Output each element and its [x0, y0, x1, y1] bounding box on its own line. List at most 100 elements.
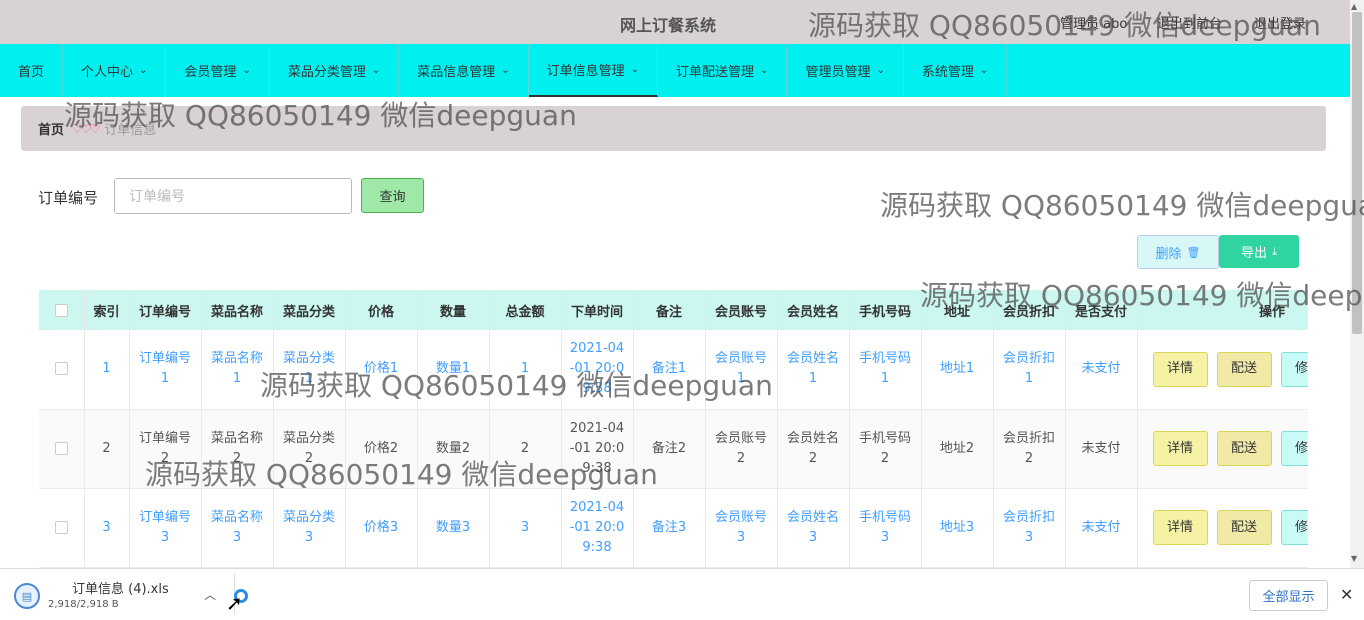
column-header: 价格 — [345, 290, 418, 330]
query-button[interactable]: 查询 — [361, 178, 424, 213]
table-cell: 会员账号2 — [705, 409, 778, 489]
row-checkbox[interactable] — [54, 441, 68, 455]
detail-button[interactable]: 详情 — [1152, 510, 1208, 545]
trash-icon: 🗑 — [1186, 245, 1201, 259]
nav-item-1[interactable]: 个人中心 ⌄ — [63, 44, 167, 97]
chevron-down-icon: ⌄ — [876, 65, 885, 76]
mouse-cursor-icon: ➚ — [226, 591, 243, 615]
nav-item-2[interactable]: 会员管理 ⌄ — [166, 44, 270, 97]
order-table-container: 索引 订单编号 菜品名称 菜品分类 价格 数量 总金额 下单时间 备注 会员账号 会员姓名 手机号码地… — [39, 290, 1308, 568]
download-file-name[interactable]: 订单信息 (4).xls — [72, 578, 169, 597]
nav-item-label: 订单信息管理 — [546, 64, 625, 79]
row-actions-cell: 详情配送修改 — [1137, 330, 1308, 410]
deliver-button[interactable]: 配送 — [1216, 431, 1272, 466]
table-cell[interactable]: 会员账号3 — [705, 488, 778, 568]
nav-item-8[interactable]: 系统管理 ⌄ — [904, 44, 1008, 97]
row-actions-cell: 详情配送修改 — [1137, 409, 1308, 489]
table-cell[interactable]: 菜品分类3 — [273, 488, 346, 568]
chevron-down-icon: ⌄ — [242, 65, 251, 76]
table-cell[interactable]: 会员折扣1 — [993, 330, 1066, 410]
deliver-button[interactable]: 配送 — [1216, 351, 1272, 387]
table-cell[interactable]: 会员折扣3 — [993, 488, 1066, 568]
scroll-down-icon[interactable]: ▼ — [1351, 554, 1357, 563]
table-cell[interactable]: 3 — [489, 488, 562, 568]
row-select-cell — [39, 409, 85, 489]
download-icon: ⤓ — [1272, 244, 1277, 258]
row-checkbox[interactable] — [54, 520, 68, 534]
table-cell[interactable]: 3 — [84, 488, 130, 568]
nav-item-6[interactable]: 订单配送管理 ⌄ — [658, 44, 788, 97]
xls-file-icon: ▤ — [14, 583, 40, 609]
scroll-up-icon[interactable]: ▲ — [1351, 2, 1357, 11]
row-checkbox[interactable] — [54, 362, 68, 376]
download-file-size: 2,918/2,918 B — [48, 599, 119, 610]
table-cell[interactable]: 未支付 — [1065, 488, 1138, 568]
table-cell[interactable]: 地址1 — [921, 330, 994, 410]
select-all-checkbox[interactable] — [54, 303, 68, 317]
table-cell[interactable]: 1 — [84, 330, 130, 410]
column-header: 会员姓名 — [777, 290, 850, 330]
nav-item-0[interactable]: 首页 — [0, 44, 64, 97]
column-header: 菜品分类 — [273, 290, 346, 330]
watermark-text: 源码获取 QQ86050149 微信deepguan — [64, 99, 577, 132]
row-actions: 详情配送修改 — [1146, 510, 1308, 545]
nav-item-4[interactable]: 菜品信息管理 ⌄ — [399, 44, 529, 97]
column-header: 备注 — [633, 290, 706, 330]
table-cell[interactable]: 数量3 — [417, 488, 490, 568]
chevron-down-icon: ⌄ — [501, 65, 510, 76]
table-row: 3 订单编号3 菜品名称3 菜品分类3 价格3 数量3 3 2021-04-01 20:09:… — [39, 488, 1308, 568]
column-header: 索引 — [84, 290, 130, 330]
row-actions: 详情配送修改 — [1146, 431, 1308, 466]
watermark-text: 源码获取 QQ86050149 微信deepguan — [920, 279, 1364, 312]
order-table: 索引 订单编号 菜品名称 菜品分类 价格 数量 总金额 下单时间 备注 会员账号 会员姓名 手机号码地… — [39, 290, 1308, 568]
detail-button[interactable]: 详情 — [1152, 351, 1208, 387]
row-select-cell — [39, 488, 85, 568]
nav-item-7[interactable]: 管理员管理 ⌄ — [787, 44, 904, 97]
table-cell[interactable]: 手机号码1 — [849, 330, 922, 410]
table-cell[interactable]: 会员姓名1 — [777, 330, 850, 410]
column-header: 手机号码 — [849, 290, 922, 330]
nav-item-label: 会员管理 — [184, 65, 237, 80]
delete-button[interactable]: 删除 🗑 — [1137, 235, 1219, 269]
table-cell[interactable]: 手机号码3 — [849, 488, 922, 568]
table-cell[interactable]: 订单编号3 — [129, 488, 202, 568]
table-cell[interactable]: 地址3 — [921, 488, 994, 568]
edit-button[interactable]: 修改 — [1280, 431, 1308, 466]
watermark-text: 源码获取 QQ86050149 微信deepguan — [260, 369, 773, 402]
table-cell[interactable]: 会员姓名3 — [777, 488, 850, 568]
table-cell: 会员折扣2 — [993, 409, 1066, 489]
column-header: 总金额 — [489, 290, 562, 330]
table-cell[interactable]: 2021-04-01 20:09:38 — [561, 488, 634, 568]
nav-item-label: 管理员管理 — [805, 65, 871, 80]
nav-item-5[interactable]: 订单信息管理 ⌄ — [528, 44, 659, 97]
row-actions: 详情配送修改 — [1146, 351, 1308, 387]
chevron-down-icon: ⌄ — [371, 65, 381, 76]
table-cell[interactable]: 订单编号1 — [129, 330, 202, 410]
column-header: 订单编号 — [129, 290, 202, 330]
deliver-button[interactable]: 配送 — [1216, 510, 1272, 545]
main-nav: 首页 个人中心 ⌄ 会员管理 ⌄ 菜品分类管理 ⌄ 菜品信息管理 ⌄ 订单信息管理 ⌄ 订单配送管理 ⌄… — [0, 44, 1350, 97]
table-cell: 会员姓名2 — [777, 409, 850, 489]
chevron-up-icon[interactable]: ︿ — [204, 586, 216, 603]
nav-item-label: 菜品分类管理 — [287, 65, 366, 80]
show-all-button[interactable]: 全部显示 — [1249, 580, 1328, 611]
watermark-text: 源码获取 QQ86050149 微信deepguan — [145, 458, 658, 491]
nav-item-label: 首页 — [18, 65, 45, 80]
close-icon[interactable]: ✕ — [1340, 585, 1353, 604]
table-cell[interactable]: 菜品名称3 — [201, 488, 274, 568]
column-header: 会员账号 — [705, 290, 778, 330]
detail-button[interactable]: 详情 — [1152, 431, 1208, 466]
order-number-label: 订单编号 — [38, 189, 99, 207]
table-cell[interactable]: 价格3 — [345, 488, 418, 568]
export-button[interactable]: 导出 ⤓ — [1219, 235, 1299, 268]
order-number-input[interactable] — [114, 178, 352, 214]
table-cell: 2 — [84, 409, 130, 489]
export-label: 导出 — [1241, 246, 1268, 261]
table-cell[interactable]: 未支付 — [1065, 330, 1138, 410]
nav-item-3[interactable]: 菜品分类管理 ⌄ — [270, 44, 400, 97]
column-header: 下单时间 — [561, 290, 634, 330]
edit-button[interactable]: 修改 — [1280, 510, 1308, 545]
edit-button[interactable]: 修改 — [1280, 351, 1308, 387]
table-cell[interactable]: 备注3 — [633, 488, 706, 568]
breadcrumb-home[interactable]: 首页 — [38, 119, 64, 138]
